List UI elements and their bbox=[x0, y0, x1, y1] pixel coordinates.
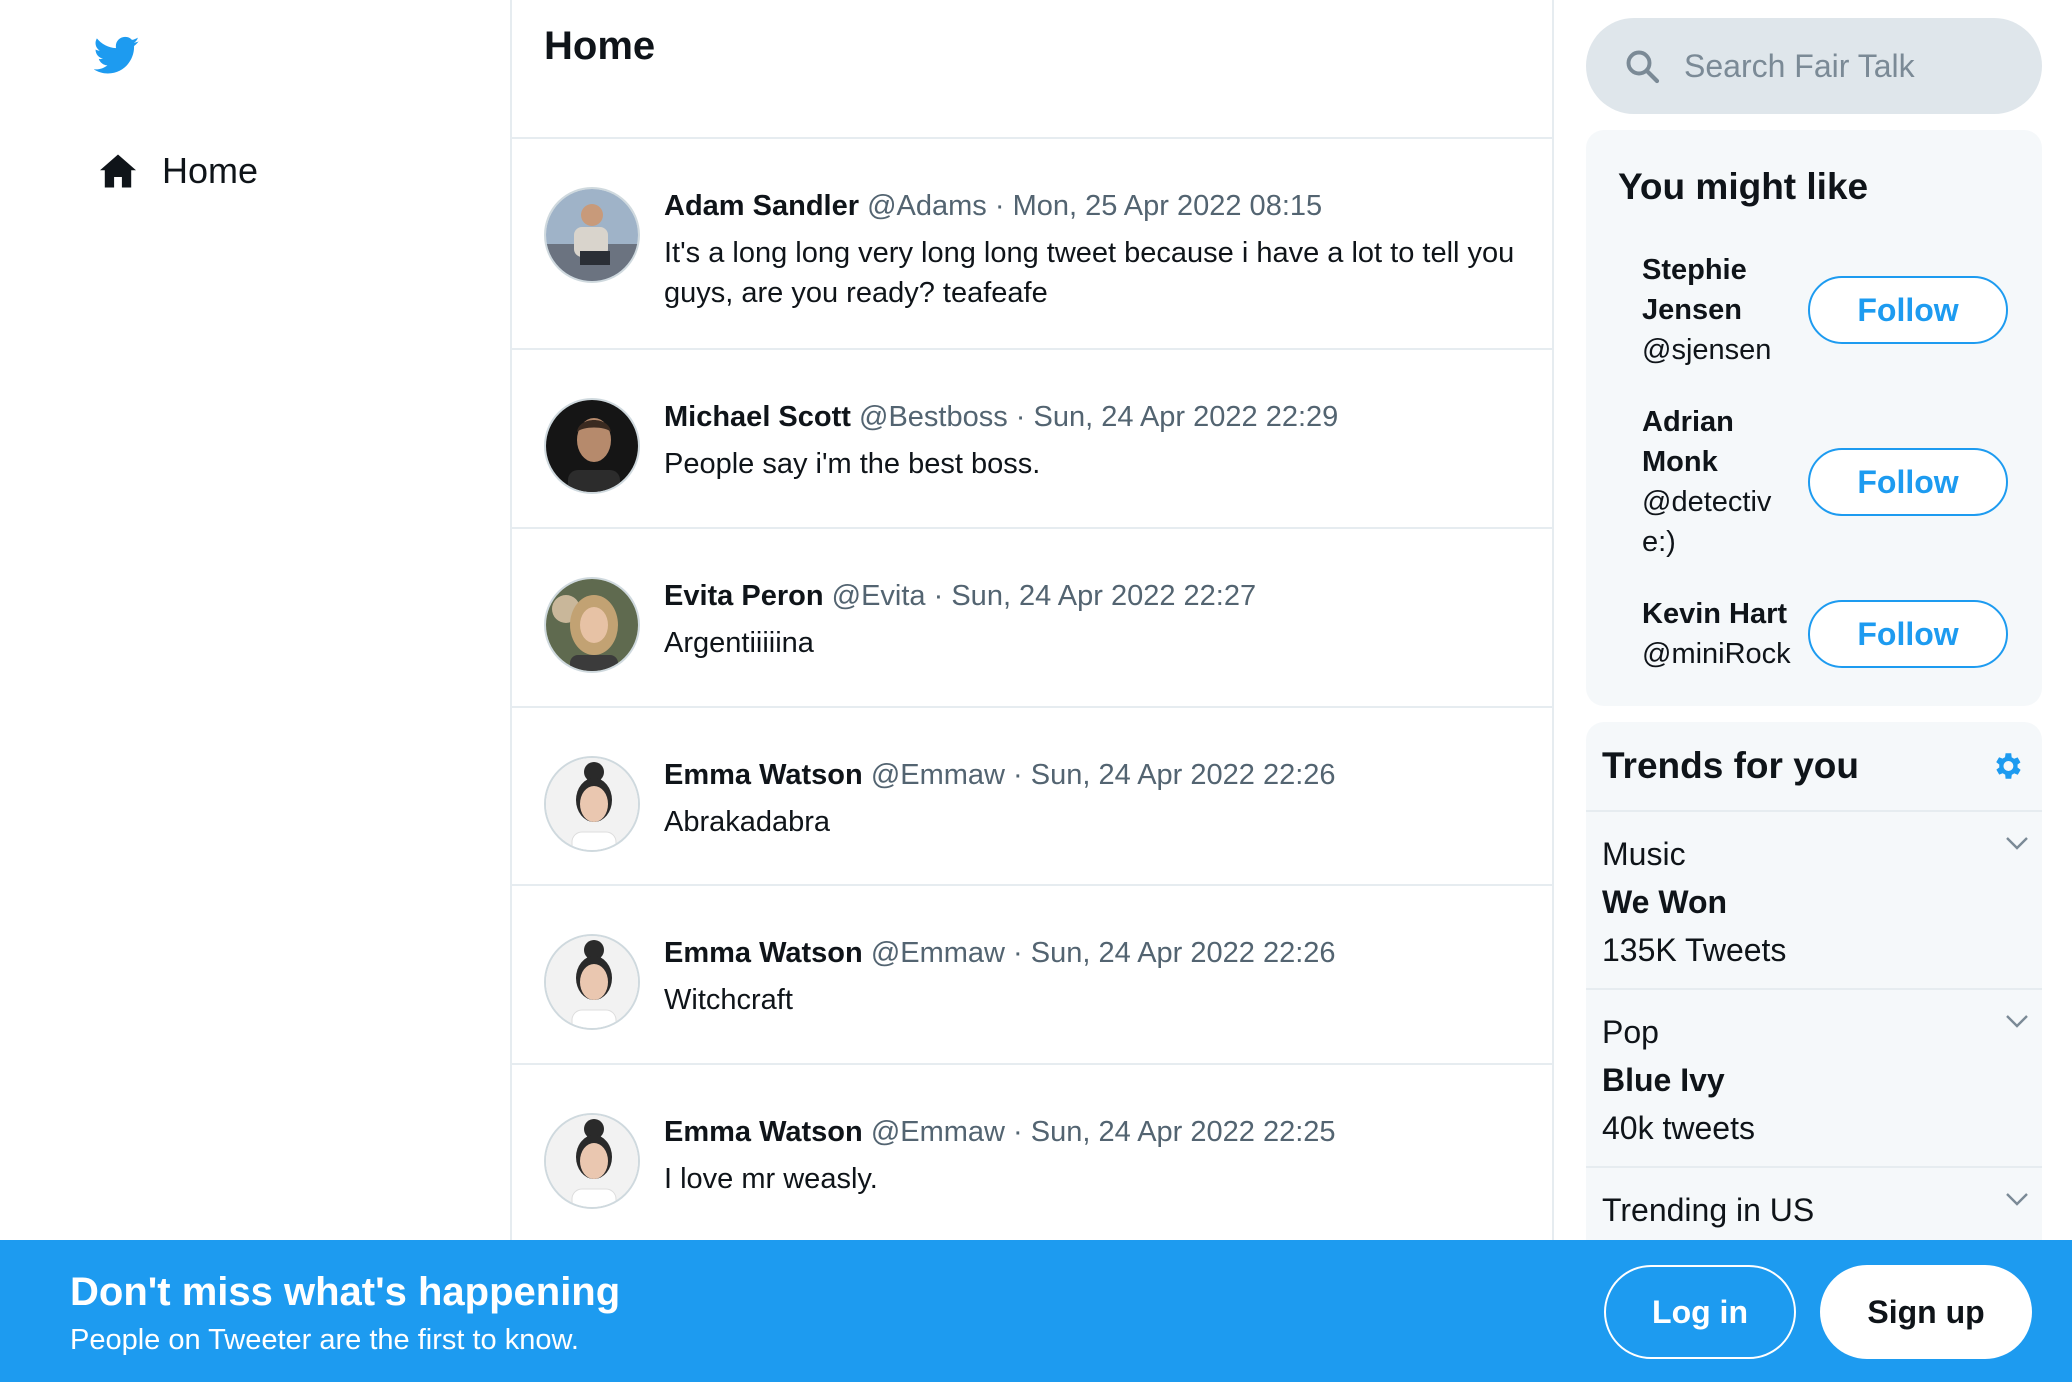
tweet-timestamp[interactable]: Sun, 24 Apr 2022 22:27 bbox=[951, 580, 1256, 612]
meta-separator: · bbox=[933, 580, 944, 612]
suggested-user-handle[interactable]: @sjensen bbox=[1642, 330, 1792, 370]
search-input[interactable] bbox=[1684, 47, 2024, 85]
tweet-timestamp[interactable]: Sun, 24 Apr 2022 22:25 bbox=[1031, 1116, 1336, 1148]
tweet[interactable]: Emma Watson @Emmaw · Sun, 24 Apr 2022 22… bbox=[512, 1065, 1552, 1245]
page-title: Home bbox=[544, 24, 656, 68]
tweet-text: Abrakadabra bbox=[664, 806, 831, 838]
tweet[interactable]: Emma Watson @Emmaw · Sun, 24 Apr 2022 22… bbox=[512, 708, 1552, 886]
search-icon bbox=[1626, 50, 1660, 84]
tweet-author-handle[interactable]: @Emmaw bbox=[871, 759, 1005, 791]
tweet-author-handle[interactable]: @Bestboss bbox=[859, 401, 1008, 433]
signup-banner: Don't miss what's happening People on Tw… bbox=[0, 1240, 2072, 1382]
suggested-user: Adrian Monk @detective:) Follow bbox=[1642, 402, 2022, 562]
signup-button[interactable]: Sign up bbox=[1820, 1265, 2032, 1359]
tweet-author-handle[interactable]: @Emmaw bbox=[871, 1116, 1005, 1148]
tweet[interactable]: Michael Scott @Bestboss · Sun, 24 Apr 20… bbox=[512, 350, 1552, 529]
avatar[interactable] bbox=[544, 934, 640, 1030]
meta-separator: · bbox=[1013, 759, 1023, 791]
suggested-user-name[interactable]: Adrian Monk bbox=[1642, 402, 1792, 482]
trend-topic: We Won bbox=[1602, 884, 1728, 920]
follow-button[interactable]: Follow bbox=[1808, 276, 2008, 344]
meta-separator: · bbox=[1013, 1116, 1023, 1148]
who-to-follow-panel: You might like Stephie Jensen @sjensen F… bbox=[1586, 130, 2042, 706]
avatar[interactable] bbox=[544, 187, 640, 283]
tweet-author-name[interactable]: Emma Watson bbox=[664, 937, 863, 969]
who-to-follow-title: You might like bbox=[1618, 166, 1869, 207]
tweet-author-handle[interactable]: @Adams bbox=[867, 190, 987, 222]
tweet-text: I love mr weasly. bbox=[664, 1163, 878, 1195]
tweet[interactable]: Evita Peron @Evita · Sun, 24 Apr 2022 22… bbox=[512, 529, 1552, 708]
tweet-author-name[interactable]: Michael Scott bbox=[664, 401, 851, 433]
tweet-timestamp[interactable]: Sun, 24 Apr 2022 22:29 bbox=[1034, 401, 1339, 433]
trend-item[interactable]: Pop Blue Ivy 40k tweets bbox=[1586, 990, 2042, 1168]
trend-category: Trending in US bbox=[1602, 1192, 1815, 1228]
tweet-author-name[interactable]: Emma Watson bbox=[664, 1116, 863, 1148]
chevron-down-icon[interactable] bbox=[2004, 834, 2030, 852]
left-sidebar: Home bbox=[0, 0, 510, 1382]
meta-separator: · bbox=[994, 190, 1005, 222]
suggested-user-handle[interactable]: @detective:) bbox=[1642, 482, 1792, 562]
trends-panel: Trends for you Music We Won 135K Tweets … bbox=[1586, 722, 2042, 1242]
tweet-author-handle[interactable]: @Evita bbox=[832, 580, 926, 612]
suggested-user: Stephie Jensen @sjensen Follow bbox=[1642, 250, 2022, 370]
avatar[interactable] bbox=[544, 1113, 640, 1209]
tweet-author-name[interactable]: Adam Sandler bbox=[664, 190, 859, 222]
trend-count: 135K Tweets bbox=[1602, 932, 1787, 968]
trend-count: 40k tweets bbox=[1602, 1110, 1755, 1146]
trends-header: Trends for you bbox=[1586, 722, 2042, 812]
trend-item[interactable]: Music We Won 135K Tweets bbox=[1586, 812, 2042, 990]
gear-icon[interactable] bbox=[1990, 749, 2024, 783]
tweet-text: Witchcraft bbox=[664, 984, 793, 1016]
suggested-user-name[interactable]: Kevin Hart bbox=[1642, 594, 1812, 634]
chevron-down-icon[interactable] bbox=[2004, 1012, 2030, 1030]
timeline: Home Adam Sandler @Adams · Mon, 25 Apr 2… bbox=[510, 0, 1554, 1382]
chevron-down-icon[interactable] bbox=[2004, 1190, 2030, 1208]
suggested-user-name[interactable]: Stephie Jensen bbox=[1642, 250, 1792, 330]
suggested-user: Kevin Hart @miniRock Follow bbox=[1642, 594, 2022, 674]
tweet-timestamp[interactable]: Mon, 25 Apr 2022 08:15 bbox=[1013, 190, 1323, 222]
search-bar[interactable] bbox=[1586, 18, 2042, 114]
nav-home-label: Home bbox=[162, 150, 259, 191]
tweet-author-name[interactable]: Emma Watson bbox=[664, 759, 863, 791]
suggested-user-handle[interactable]: @miniRock bbox=[1642, 634, 1812, 674]
trend-item[interactable]: Trending in US bbox=[1586, 1168, 2042, 1242]
tweet-author-name[interactable]: Evita Peron bbox=[664, 580, 824, 612]
tweet[interactable]: Emma Watson @Emmaw · Sun, 24 Apr 2022 22… bbox=[512, 886, 1552, 1065]
trend-topic: Blue Ivy bbox=[1602, 1062, 1725, 1098]
timeline-header: Home bbox=[512, 0, 1552, 139]
tweet-timestamp[interactable]: Sun, 24 Apr 2022 22:26 bbox=[1031, 937, 1336, 969]
avatar[interactable] bbox=[544, 756, 640, 852]
tweet[interactable]: Adam Sandler @Adams · Mon, 25 Apr 2022 0… bbox=[512, 139, 1552, 350]
tweet-text: Argentiiiiina bbox=[664, 627, 814, 659]
tweet-text: People say i'm the best boss. bbox=[664, 448, 1041, 480]
banner-headline: Don't miss what's happening bbox=[70, 1270, 621, 1314]
avatar[interactable] bbox=[544, 577, 640, 673]
avatar[interactable] bbox=[544, 398, 640, 494]
tweet-timestamp[interactable]: Sun, 24 Apr 2022 22:26 bbox=[1031, 759, 1336, 791]
trend-category: Music bbox=[1602, 836, 1686, 872]
tweet-text: It's a long long very long long tweet be… bbox=[664, 237, 1515, 309]
meta-separator: · bbox=[1015, 401, 1026, 433]
trend-category: Pop bbox=[1602, 1014, 1659, 1050]
trends-title: Trends for you bbox=[1602, 745, 1859, 786]
banner-subtext: People on Tweeter are the first to know. bbox=[70, 1324, 579, 1356]
nav-home[interactable]: Home bbox=[100, 150, 258, 192]
follow-button[interactable]: Follow bbox=[1808, 448, 2008, 516]
tweet-author-handle[interactable]: @Emmaw bbox=[871, 937, 1005, 969]
home-icon bbox=[100, 154, 136, 188]
login-button[interactable]: Log in bbox=[1604, 1265, 1796, 1359]
meta-separator: · bbox=[1013, 937, 1023, 969]
follow-button[interactable]: Follow bbox=[1808, 600, 2008, 668]
twitter-bird-icon[interactable] bbox=[94, 36, 140, 76]
